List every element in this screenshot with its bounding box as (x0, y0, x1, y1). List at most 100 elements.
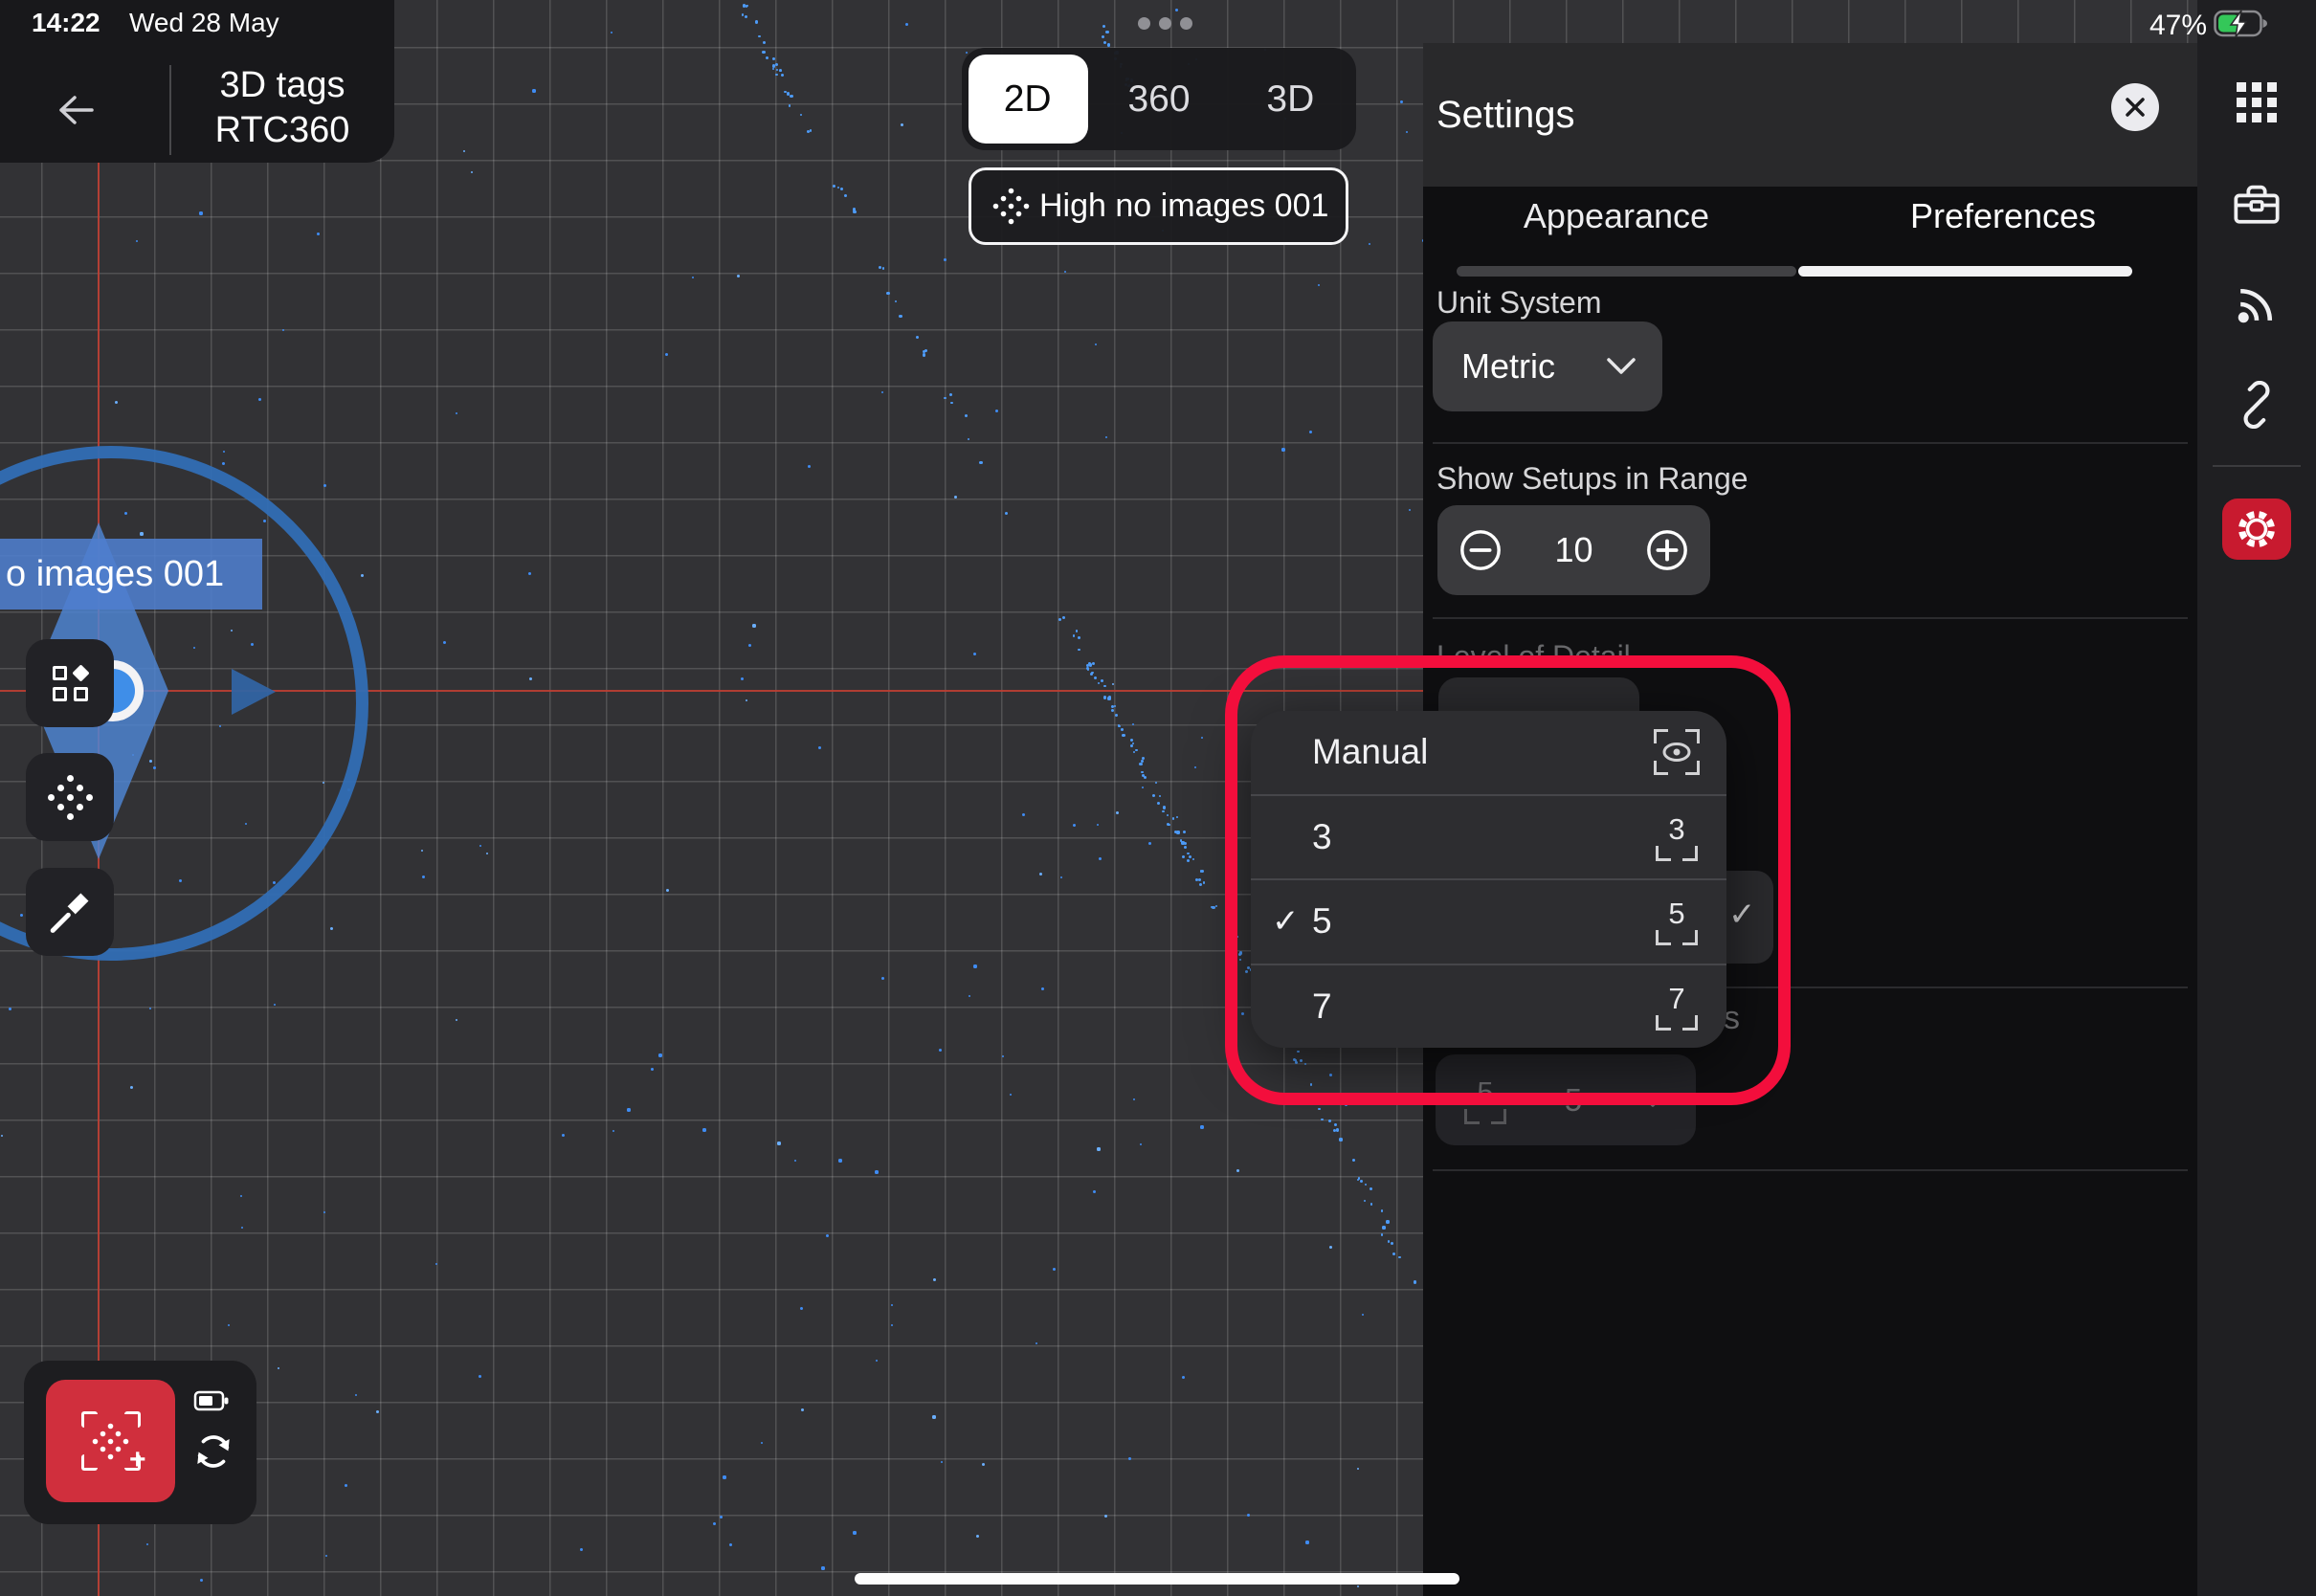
menu-item-7[interactable]: 7 7 (1251, 964, 1726, 1049)
point-cloud-dot (939, 1049, 942, 1052)
point-cloud-dot (1189, 855, 1191, 858)
tags-tool-button[interactable] (26, 639, 114, 727)
point-cloud-dot (1087, 669, 1089, 671)
scanner-battery-icon (193, 1389, 232, 1412)
point-cloud-dot (1092, 662, 1095, 665)
setup-label[interactable]: o images 001 (0, 539, 262, 610)
point-cloud-dot (1329, 1074, 1332, 1076)
menu-item-5[interactable]: ✓ 5 5 (1251, 878, 1726, 964)
tab-appearance[interactable]: Appearance (1423, 196, 1810, 236)
point-cloud-dot (1392, 1252, 1395, 1255)
grid-icon (2235, 80, 2279, 124)
section-divider (1433, 442, 2188, 444)
point-cloud-dot (1310, 1083, 1312, 1085)
point-cloud-dot (746, 5, 748, 8)
point-cloud-dot (976, 1535, 979, 1538)
point-cloud-dot (1108, 696, 1111, 698)
point-cloud-dot (1386, 1220, 1390, 1224)
tab-360[interactable]: 360 (1093, 48, 1224, 150)
tab-3d[interactable]: 3D (1225, 48, 1356, 150)
point-cloud-dot (1328, 1119, 1330, 1121)
apps-grid-button[interactable] (2197, 80, 2316, 124)
measure-tool-button[interactable] (26, 868, 114, 956)
point-cloud-dot (758, 35, 760, 37)
tab-2d[interactable]: 2D (962, 48, 1093, 150)
tab-underline-inactive (1457, 266, 1796, 277)
home-indicator[interactable] (855, 1573, 1459, 1585)
point-cloud-dot (1141, 771, 1143, 773)
point-cloud-dot (1162, 810, 1165, 813)
point-cloud-dot (763, 41, 766, 44)
point-cloud-dot (1192, 858, 1194, 860)
minus-icon[interactable] (1459, 528, 1503, 572)
drag-handle-icon[interactable] (1138, 17, 1192, 30)
point-cloud-dot (361, 574, 364, 577)
point-cloud-dot (741, 677, 744, 680)
point-cloud-dot (766, 56, 768, 59)
point-cloud-dot (1381, 1209, 1383, 1211)
point-cloud-dot (1238, 953, 1241, 956)
point-cloud-dot (200, 1579, 203, 1582)
point-cloud-dot (1293, 1058, 1296, 1061)
menu-item-manual[interactable]: Manual (1251, 711, 1726, 794)
point-cloud-dot (790, 95, 792, 98)
play-icon[interactable] (232, 669, 276, 715)
point-cloud-dot (1370, 1203, 1372, 1205)
scan-points-tool-button[interactable] (26, 753, 114, 841)
point-cloud-dot (746, 699, 747, 701)
point-cloud-dot (1094, 676, 1096, 678)
point-cloud-dot (529, 677, 532, 680)
point-cloud-dot (1381, 1233, 1383, 1235)
point-cloud-dot (1245, 970, 1248, 973)
point-cloud-dot (658, 1053, 662, 1057)
section-divider (1433, 1169, 2188, 1171)
close-button[interactable] (2111, 83, 2159, 131)
point-cloud-dot (895, 300, 897, 302)
active-scan-button[interactable]: High no images 001 (969, 167, 1348, 245)
point-cloud-dot (1058, 618, 1061, 621)
point-cloud-dot (875, 1170, 879, 1174)
back-button[interactable] (54, 92, 98, 128)
settings-button-active[interactable] (2222, 499, 2291, 560)
new-scan-button[interactable]: + (46, 1380, 175, 1502)
point-cloud-dot (1182, 855, 1185, 858)
point-cloud-dot (891, 1304, 893, 1306)
point-cloud-dot (1236, 941, 1238, 943)
point-cloud-dot (146, 1543, 148, 1545)
point-cloud-dot (471, 171, 473, 173)
sync-icon[interactable] (193, 1431, 234, 1472)
tab-preferences[interactable]: Preferences (1810, 196, 2196, 236)
point-cloud-dot (1104, 1515, 1107, 1518)
point-cloud-dot (1, 1135, 3, 1137)
point-cloud-dot (1053, 1268, 1056, 1271)
lod-7-icon: 7 (1654, 983, 1700, 1031)
point-cloud-dot (278, 1367, 279, 1369)
point-cloud-dot (743, 4, 746, 7)
point-cloud-dot (1300, 1059, 1303, 1062)
point-cloud-dot (1103, 41, 1106, 44)
disabled-lod-dropdown[interactable]: 5 5 (1436, 1054, 1696, 1145)
point-cloud-dot (941, 1461, 943, 1463)
section-divider (1433, 617, 2188, 619)
point-cloud-dot (1382, 1226, 1386, 1230)
point-cloud-dot (1140, 1143, 1142, 1145)
point-cloud-dot (1101, 679, 1103, 682)
live-stream-button[interactable] (2197, 279, 2316, 329)
menu-item-3[interactable]: 3 3 (1251, 794, 1726, 879)
point-cloud-dot (800, 114, 802, 116)
point-cloud-dot (1297, 1051, 1300, 1053)
toolbox-button[interactable] (2197, 180, 2316, 228)
point-cloud-dot (1135, 749, 1138, 752)
point-cloud-dot (1357, 1179, 1360, 1182)
point-cloud-dot (720, 1516, 723, 1518)
point-cloud-dot (223, 451, 225, 453)
unit-system-dropdown[interactable]: Metric (1433, 321, 1662, 411)
point-cloud-dot (818, 746, 821, 749)
point-cloud-dot (965, 414, 968, 417)
point-cloud-dot (1098, 682, 1100, 684)
link-button[interactable] (2197, 381, 2316, 429)
point-cloud-dot (456, 412, 457, 414)
point-cloud-dot (258, 398, 261, 401)
point-cloud-dot (752, 624, 756, 628)
plus-icon[interactable] (1645, 528, 1689, 572)
